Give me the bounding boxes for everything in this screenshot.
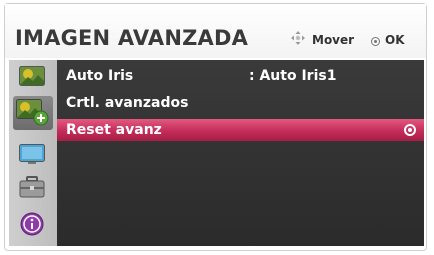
sidebar-item-picture[interactable] bbox=[19, 66, 45, 88]
sidebar-item-screen[interactable] bbox=[19, 144, 45, 166]
menu-row-auto-iris[interactable]: Auto Iris : Auto Iris1 bbox=[57, 65, 424, 87]
ok-button-icon bbox=[371, 37, 380, 46]
category-sidebar bbox=[9, 60, 57, 246]
picture-icon bbox=[19, 66, 45, 86]
menu-header: IMAGEN AVANZADA Mover OK bbox=[5, 4, 426, 58]
menu-content: Auto Iris : Auto Iris1 Crtl. avanzados R… bbox=[57, 60, 424, 246]
page-title: IMAGEN AVANZADA bbox=[15, 26, 249, 50]
sidebar-item-tools[interactable] bbox=[19, 176, 45, 198]
sidebar-item-info[interactable] bbox=[19, 212, 45, 236]
osd-menu: IMAGEN AVANZADA Mover OK Auto Iris: Aut… bbox=[0, 0, 434, 255]
hint-ok-label: OK bbox=[385, 33, 405, 47]
picture-advanced-icon bbox=[16, 99, 49, 126]
menu-row-value: : Auto Iris1 bbox=[249, 68, 337, 84]
toolbox-icon bbox=[19, 176, 45, 198]
menu-row-label: Auto Iris bbox=[66, 68, 134, 84]
menu-row-reset-advanced[interactable]: Reset avanz bbox=[57, 119, 424, 141]
screen-icon bbox=[19, 144, 45, 164]
menu-row-label: Reset avanz bbox=[66, 122, 162, 138]
select-radio-icon bbox=[404, 124, 416, 136]
hint-move-label: Mover bbox=[312, 33, 355, 47]
move-arrows-icon bbox=[291, 31, 305, 45]
menu-row-advanced-controls[interactable]: Crtl. avanzados bbox=[57, 92, 424, 114]
info-icon bbox=[20, 212, 44, 236]
menu-row-label: Crtl. avanzados bbox=[66, 95, 189, 111]
sidebar-item-picture-advanced[interactable] bbox=[13, 96, 53, 130]
